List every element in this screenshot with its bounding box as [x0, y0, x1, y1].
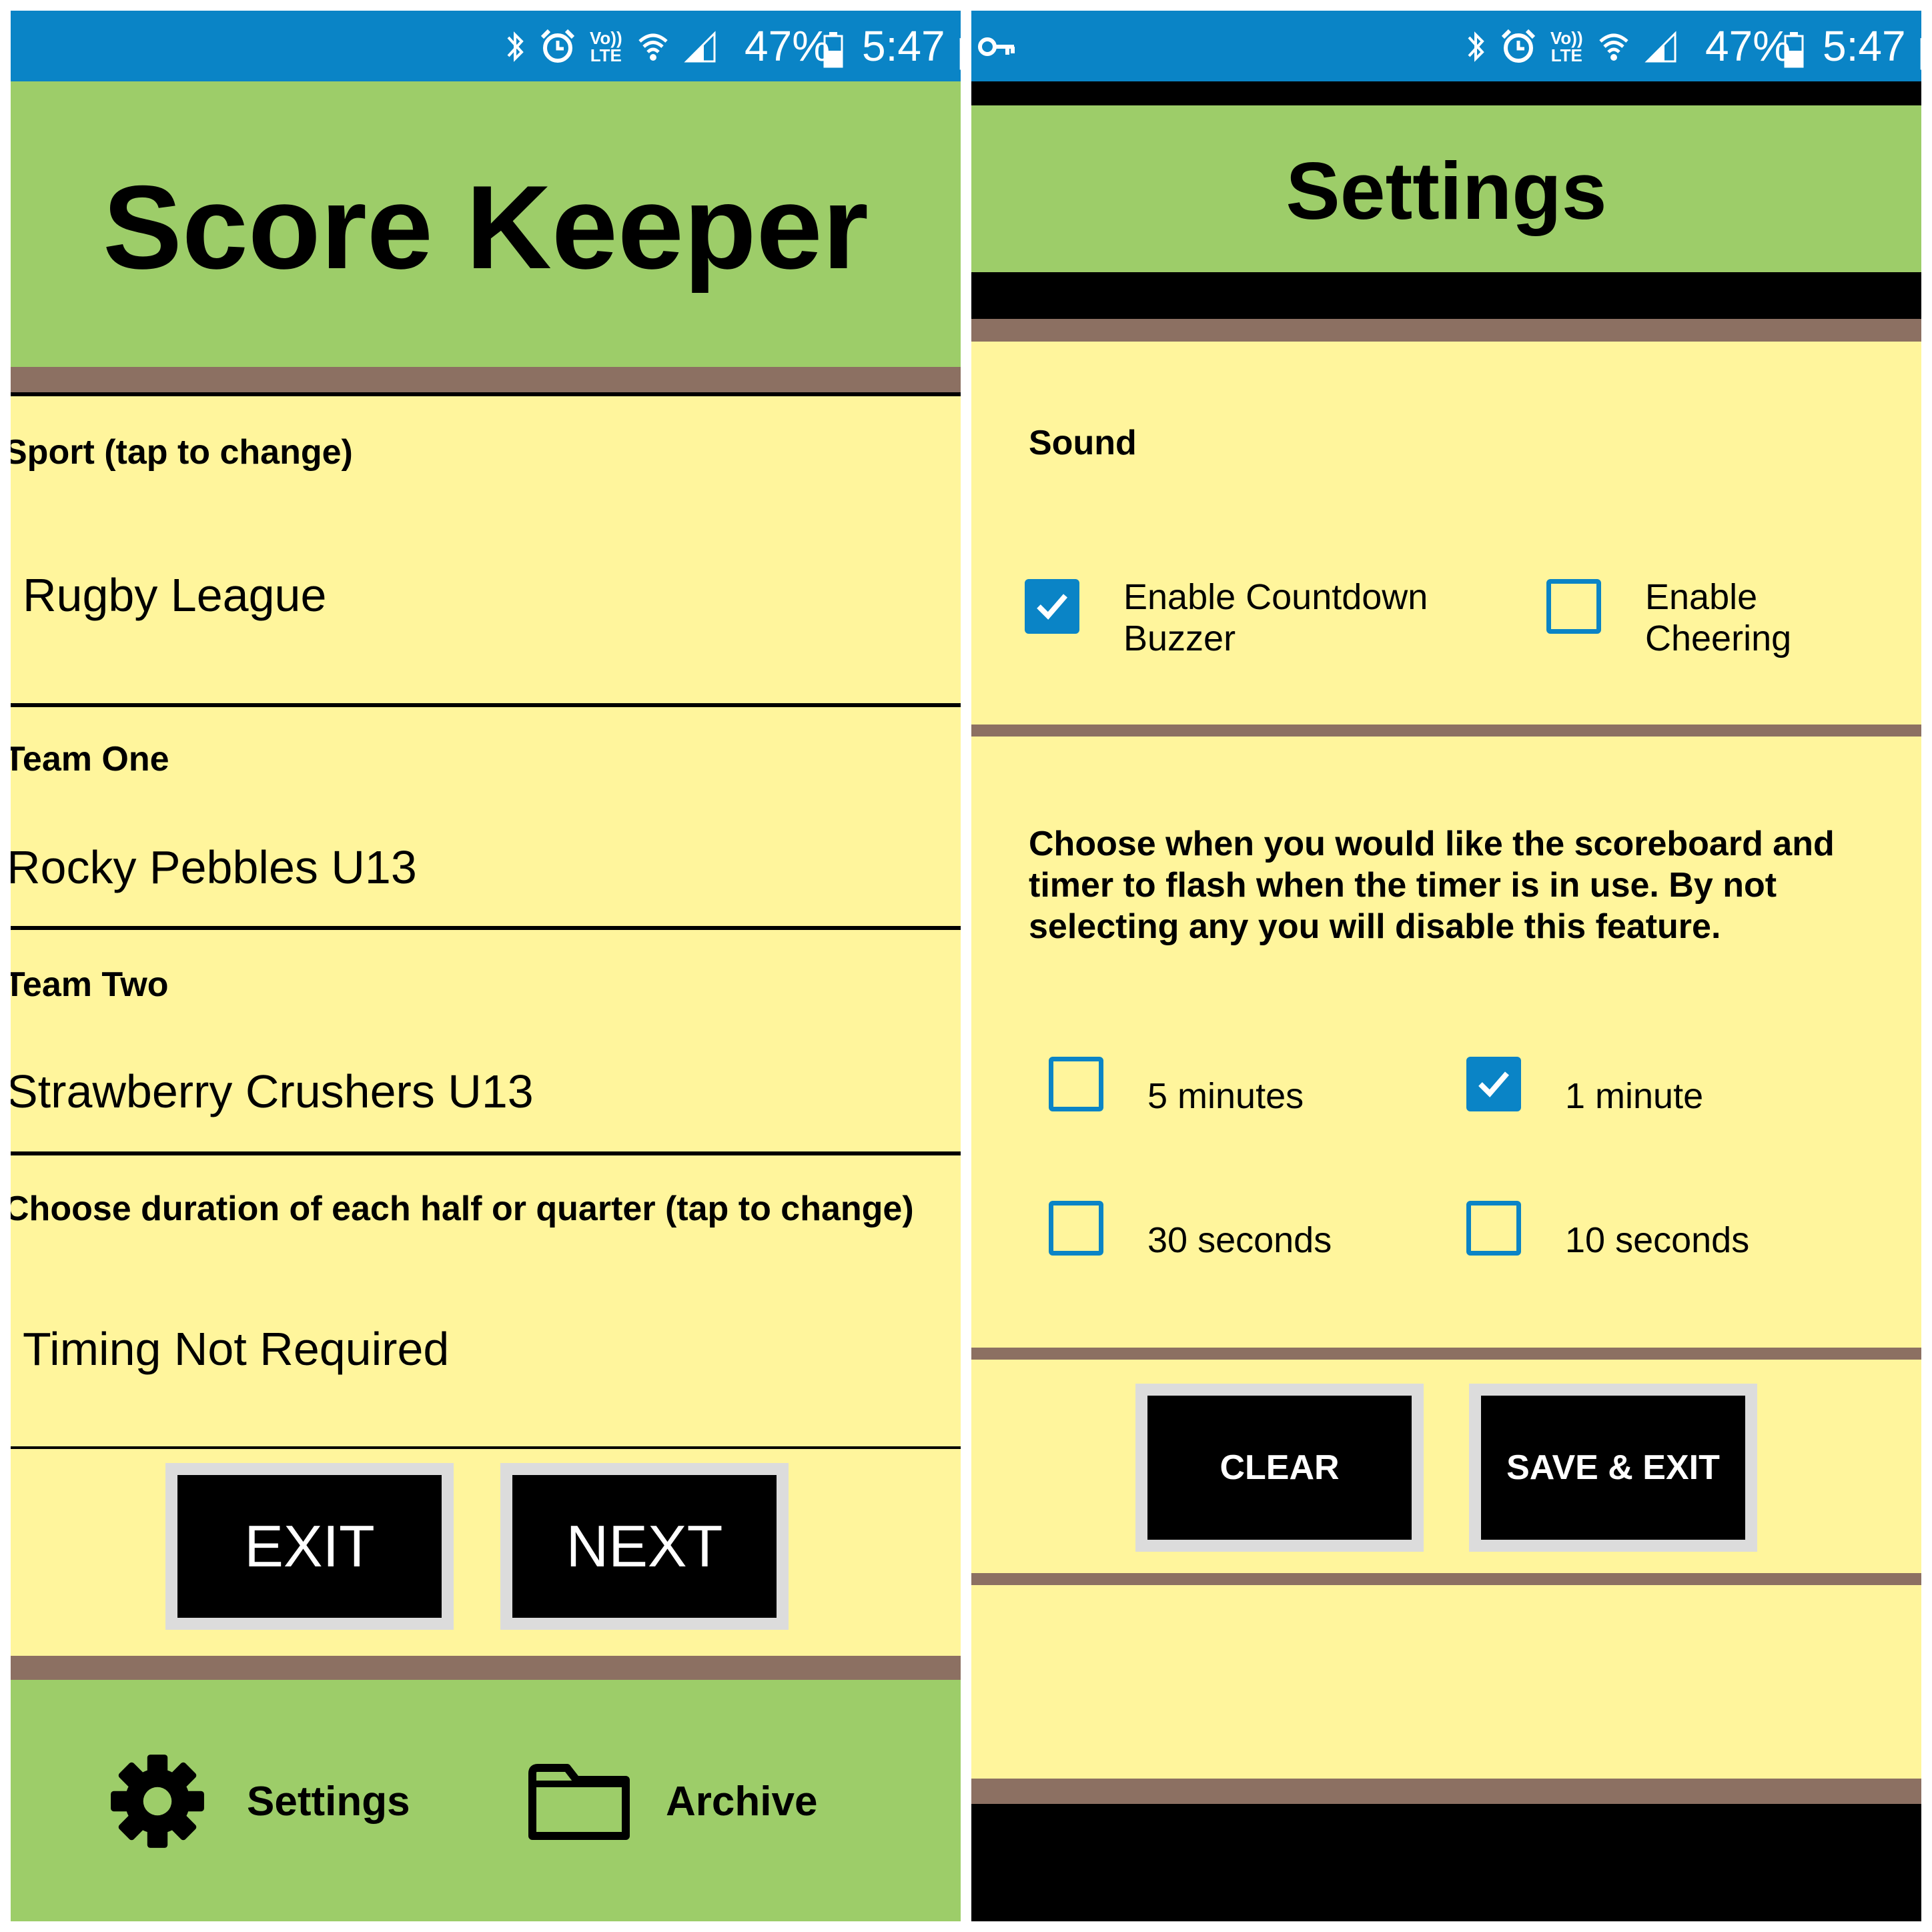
clock-time: 5:47: [1823, 22, 1906, 70]
status-bar: Vo)) LTE 47% 5:47 p: [11, 11, 961, 81]
next-button-frame: NEXT: [500, 1463, 789, 1630]
section-divider: [971, 1348, 1921, 1360]
volte-icon: Vo)) LTE: [1550, 29, 1583, 64]
status-icons: Vo)) LTE: [506, 28, 717, 65]
clock-time: 5:47: [862, 22, 945, 70]
duration-value: Timing Not Required: [23, 1323, 450, 1375]
sport-selector[interactable]: Sport (tap to change) Rugby League: [11, 396, 961, 703]
key-icon: [978, 35, 1015, 62]
nav-archive-label: Archive: [666, 1778, 818, 1825]
flash-10-seconds-checkbox[interactable]: [1466, 1201, 1521, 1256]
clear-button-frame: CLEAR: [1135, 1384, 1424, 1552]
nav-archive[interactable]: Archive: [527, 1748, 817, 1855]
save-exit-button[interactable]: SAVE & EXIT: [1481, 1396, 1745, 1540]
gear-icon: [107, 1751, 208, 1852]
next-button[interactable]: NEXT: [512, 1475, 777, 1618]
status-bar: Vo)) LTE 47% 5:47 p: [971, 11, 1921, 81]
footer-divider: [11, 1656, 961, 1680]
alarm-icon: [1501, 28, 1536, 65]
header-divider: [11, 367, 961, 392]
save-exit-button-frame: SAVE & EXIT: [1469, 1384, 1757, 1552]
volte-bottom-text: LTE: [590, 45, 622, 65]
clock-suffix: p: [957, 22, 961, 70]
cheering-label: Enable Cheering: [1645, 577, 1792, 658]
volte-bottom-text: LTE: [1550, 45, 1582, 65]
score-keeper-screen: Vo)) LTE 47% 5:47 p Score Keeper Sport (…: [11, 11, 961, 1921]
exit-button[interactable]: EXIT: [177, 1475, 442, 1618]
exit-button-frame: EXIT: [165, 1463, 454, 1630]
section-divider: [971, 724, 1921, 737]
cheering-checkbox[interactable]: [1546, 579, 1601, 634]
flash-5-minutes-checkbox[interactable]: [1049, 1057, 1103, 1111]
status-icons: Vo)) LTE: [1466, 28, 1678, 65]
divider: [11, 926, 961, 930]
divider: [11, 703, 961, 707]
sound-section-title: Sound: [1029, 424, 1137, 462]
header-top-bar: [971, 81, 1921, 105]
flash-5-minutes-label: 5 minutes: [1147, 1076, 1304, 1116]
clock: 5:47 p: [1823, 17, 1921, 75]
duration-label: Choose duration of each half or quarter …: [11, 1189, 914, 1228]
sport-label: Sport (tap to change): [11, 433, 353, 472]
team-two-input[interactable]: Strawberry Crushers U13: [11, 1065, 534, 1118]
team-two-label: Team Two: [11, 965, 169, 1004]
nav-settings[interactable]: Settings: [107, 1748, 410, 1855]
clock: 5:47 p: [862, 17, 961, 75]
battery-percent: 47%: [1705, 22, 1791, 70]
flash-1-minute-checkbox[interactable]: [1466, 1057, 1521, 1111]
flash-30-seconds-checkbox[interactable]: [1049, 1201, 1103, 1256]
wifi-icon: [1598, 28, 1630, 65]
team-one-label: Team One: [11, 740, 169, 779]
clear-button[interactable]: CLEAR: [1147, 1396, 1412, 1540]
flash-10-seconds-label: 10 seconds: [1565, 1220, 1750, 1260]
countdown-buzzer-label: Enable Countdown Buzzer: [1123, 577, 1428, 658]
app-title: Score Keeper: [103, 161, 869, 294]
team-one-input[interactable]: Rocky Pebbles U13: [11, 841, 417, 894]
header-bottom-bar: [971, 272, 1921, 319]
checkmark-icon: [1037, 594, 1068, 620]
footer-divider: [971, 1779, 1921, 1804]
settings-screen: Vo)) LTE 47% 5:47 p Settings Sound Enabl…: [971, 11, 1921, 1921]
battery-percent: 47%: [745, 22, 831, 70]
clock-suffix: p: [1917, 22, 1921, 70]
battery-icon: [823, 32, 843, 71]
bluetooth-icon: [1466, 28, 1486, 65]
flash-description: Choose when you would like the scoreboar…: [1029, 825, 1835, 946]
flash-30-seconds-label: 30 seconds: [1147, 1220, 1332, 1260]
bluetooth-icon: [506, 28, 526, 65]
signal-icon: [684, 28, 717, 65]
alarm-icon: [540, 28, 575, 65]
countdown-buzzer-checkbox[interactable]: [1025, 579, 1079, 634]
divider: [11, 1446, 961, 1449]
signal-icon: [1644, 28, 1678, 65]
nav-settings-label: Settings: [247, 1778, 410, 1825]
section-divider: [971, 1573, 1921, 1585]
flash-1-minute-label: 1 minute: [1565, 1076, 1704, 1116]
footer-bar: [971, 1804, 1921, 1921]
volte-icon: Vo)) LTE: [590, 29, 622, 64]
header-divider: [971, 319, 1921, 342]
checkmark-icon: [1478, 1071, 1510, 1097]
wifi-icon: [637, 28, 669, 65]
duration-selector[interactable]: Choose duration of each half or quarter …: [11, 1155, 961, 1446]
settings-title: Settings: [1286, 145, 1607, 236]
sport-value: Rugby League: [23, 569, 327, 621]
folder-icon: [527, 1760, 631, 1843]
battery-icon: [1784, 32, 1804, 71]
